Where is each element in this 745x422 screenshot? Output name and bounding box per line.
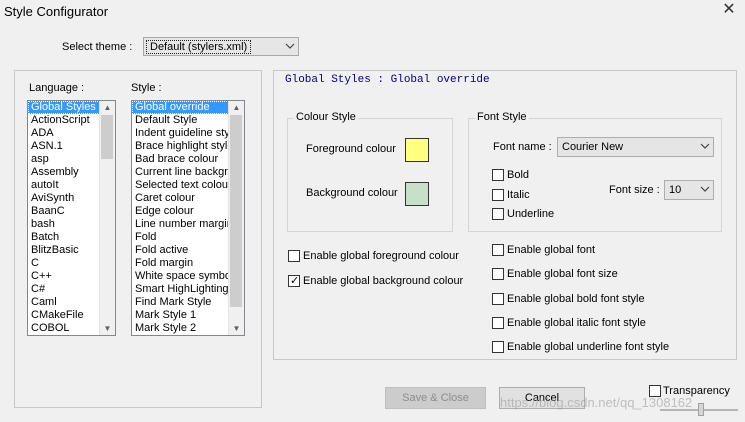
- foreground-colour-label: Foreground colour: [306, 143, 396, 155]
- language-list-item[interactable]: ADA: [28, 127, 100, 140]
- language-list-item[interactable]: Global Styles: [28, 101, 100, 114]
- underline-checkbox[interactable]: [492, 208, 504, 220]
- language-list-item[interactable]: CMakeFile: [28, 309, 100, 322]
- italic-checkbox[interactable]: [492, 189, 504, 201]
- language-list-item[interactable]: autoIt: [28, 179, 100, 192]
- font-size-value: 10: [669, 184, 682, 196]
- font-style-title: Font Style: [475, 111, 529, 123]
- language-items: Global Styles ActionScript ADA ASN.1 asp Asse…: [28, 101, 100, 335]
- language-list-item[interactable]: asp: [28, 153, 100, 166]
- style-list-item[interactable]: Fold margin: [132, 257, 229, 270]
- style-list-item[interactable]: Find Mark Style: [132, 296, 229, 309]
- style-list-item[interactable]: Brace highlight style: [132, 140, 229, 153]
- enable-global-font-size-checkbox[interactable]: [492, 268, 504, 280]
- font-name-label: Font name :: [493, 141, 552, 153]
- enable-global-foreground-checkbox[interactable]: [288, 250, 300, 262]
- style-list-item[interactable]: Default Style: [132, 114, 229, 127]
- scroll-thumb[interactable]: [101, 115, 113, 159]
- background-colour-label: Background colour: [306, 187, 398, 199]
- close-icon[interactable]: ✕: [718, 0, 740, 20]
- font-size-select[interactable]: 10: [664, 180, 714, 200]
- style-list-item[interactable]: Mark Style 2: [132, 322, 229, 335]
- language-list-item[interactable]: AviSynth: [28, 192, 100, 205]
- scroll-up-icon[interactable]: ▲: [103, 103, 112, 112]
- style-list-item[interactable]: Current line background colour: [132, 166, 229, 179]
- language-list-item[interactable]: Caml: [28, 296, 100, 309]
- language-list-item[interactable]: ActionScript: [28, 114, 100, 127]
- language-list-item[interactable]: BlitzBasic: [28, 244, 100, 257]
- style-list-item[interactable]: Mark Style 1: [132, 309, 229, 322]
- style-list-item[interactable]: Selected text colour: [132, 179, 229, 192]
- enable-global-background-checkbox[interactable]: [288, 274, 300, 287]
- style-list[interactable]: Global override Default Style Indent guide…: [131, 100, 245, 336]
- enable-global-background-label: Enable global background colour: [303, 275, 464, 287]
- language-list[interactable]: Global Styles ActionScript ADA ASN.1 asp Asse…: [27, 100, 116, 336]
- bold-checkbox[interactable]: [492, 169, 504, 181]
- scroll-up-icon[interactable]: ▲: [232, 103, 241, 112]
- scroll-thumb[interactable]: [230, 115, 242, 307]
- style-list-item[interactable]: Indent guideline style: [132, 127, 229, 140]
- enable-global-italic-checkbox[interactable]: [492, 317, 504, 329]
- style-list-item[interactable]: Fold: [132, 231, 229, 244]
- style-list-item[interactable]: Edge colour: [132, 205, 229, 218]
- language-list-item[interactable]: COBOL: [28, 322, 100, 335]
- language-list-item[interactable]: C++: [28, 270, 100, 283]
- style-list-item[interactable]: Fold active: [132, 244, 229, 257]
- enable-global-foreground-label: Enable global foreground colour: [303, 250, 459, 262]
- style-detail-header: Global Styles : Global override: [285, 74, 490, 86]
- language-list-item[interactable]: C#: [28, 283, 100, 296]
- save-close-button[interactable]: Save & Close: [385, 387, 486, 409]
- background-colour-swatch[interactable]: [405, 182, 429, 206]
- theme-select[interactable]: Default (stylers.xml): [143, 37, 299, 56]
- chevron-down-icon: [700, 143, 710, 149]
- enable-global-font-size-label: Enable global font size: [507, 268, 618, 280]
- theme-label: Select theme :: [62, 41, 133, 53]
- language-list-item[interactable]: bash: [28, 218, 100, 231]
- font-size-label: Font size :: [609, 184, 660, 196]
- style-list-item[interactable]: Global override: [132, 101, 229, 114]
- language-scrollbar[interactable]: ▲ ▼: [99, 101, 115, 335]
- enable-global-font-checkbox[interactable]: [492, 244, 504, 256]
- font-name-value: Courier New: [562, 141, 624, 153]
- bold-label: Bold: [507, 169, 530, 181]
- chevron-down-icon: [700, 186, 710, 192]
- style-scrollbar[interactable]: ▲ ▼: [228, 101, 244, 335]
- colour-style-title: Colour Style: [294, 111, 358, 123]
- language-list-item[interactable]: C: [28, 257, 100, 270]
- enable-global-bold-label: Enable global bold font style: [507, 293, 645, 305]
- enable-global-italic-label: Enable global italic font style: [507, 317, 646, 329]
- watermark: https://blog.csdn.net/qq_1308162: [500, 395, 693, 410]
- scroll-down-icon[interactable]: ▼: [103, 324, 112, 333]
- style-list-item[interactable]: Caret colour: [132, 192, 229, 205]
- style-list-item[interactable]: Smart HighLighting: [132, 283, 229, 296]
- language-list-item[interactable]: BaanC: [28, 205, 100, 218]
- language-label: Language :: [29, 82, 85, 94]
- language-list-item[interactable]: Batch: [28, 231, 100, 244]
- enable-global-underline-label: Enable global underline font style: [507, 341, 670, 353]
- enable-global-font-label: Enable global font: [507, 244, 596, 256]
- language-list-item[interactable]: ASN.1: [28, 140, 100, 153]
- style-list-item[interactable]: White space symbol: [132, 270, 229, 283]
- underline-label: Underline: [507, 208, 555, 220]
- slider-knob[interactable]: [698, 403, 704, 416]
- chevron-down-icon: [285, 43, 295, 49]
- language-list-item[interactable]: Assembly: [28, 166, 100, 179]
- enable-global-underline-checkbox[interactable]: [492, 341, 504, 353]
- window-title: Style Configurator: [4, 4, 109, 19]
- enable-global-bold-checkbox[interactable]: [492, 293, 504, 305]
- font-name-select[interactable]: Courier New: [557, 137, 714, 157]
- colour-style-group: [287, 118, 453, 232]
- italic-label: Italic: [507, 189, 530, 201]
- theme-selected-value: Default (stylers.xml): [146, 40, 252, 54]
- foreground-colour-swatch[interactable]: [405, 138, 429, 162]
- style-label: Style :: [131, 82, 162, 94]
- style-list-item[interactable]: Bad brace colour: [132, 153, 229, 166]
- scroll-down-icon[interactable]: ▼: [232, 324, 241, 333]
- style-list-item[interactable]: Line number margin: [132, 218, 229, 231]
- style-items: Global override Default Style Indent guide…: [132, 101, 229, 335]
